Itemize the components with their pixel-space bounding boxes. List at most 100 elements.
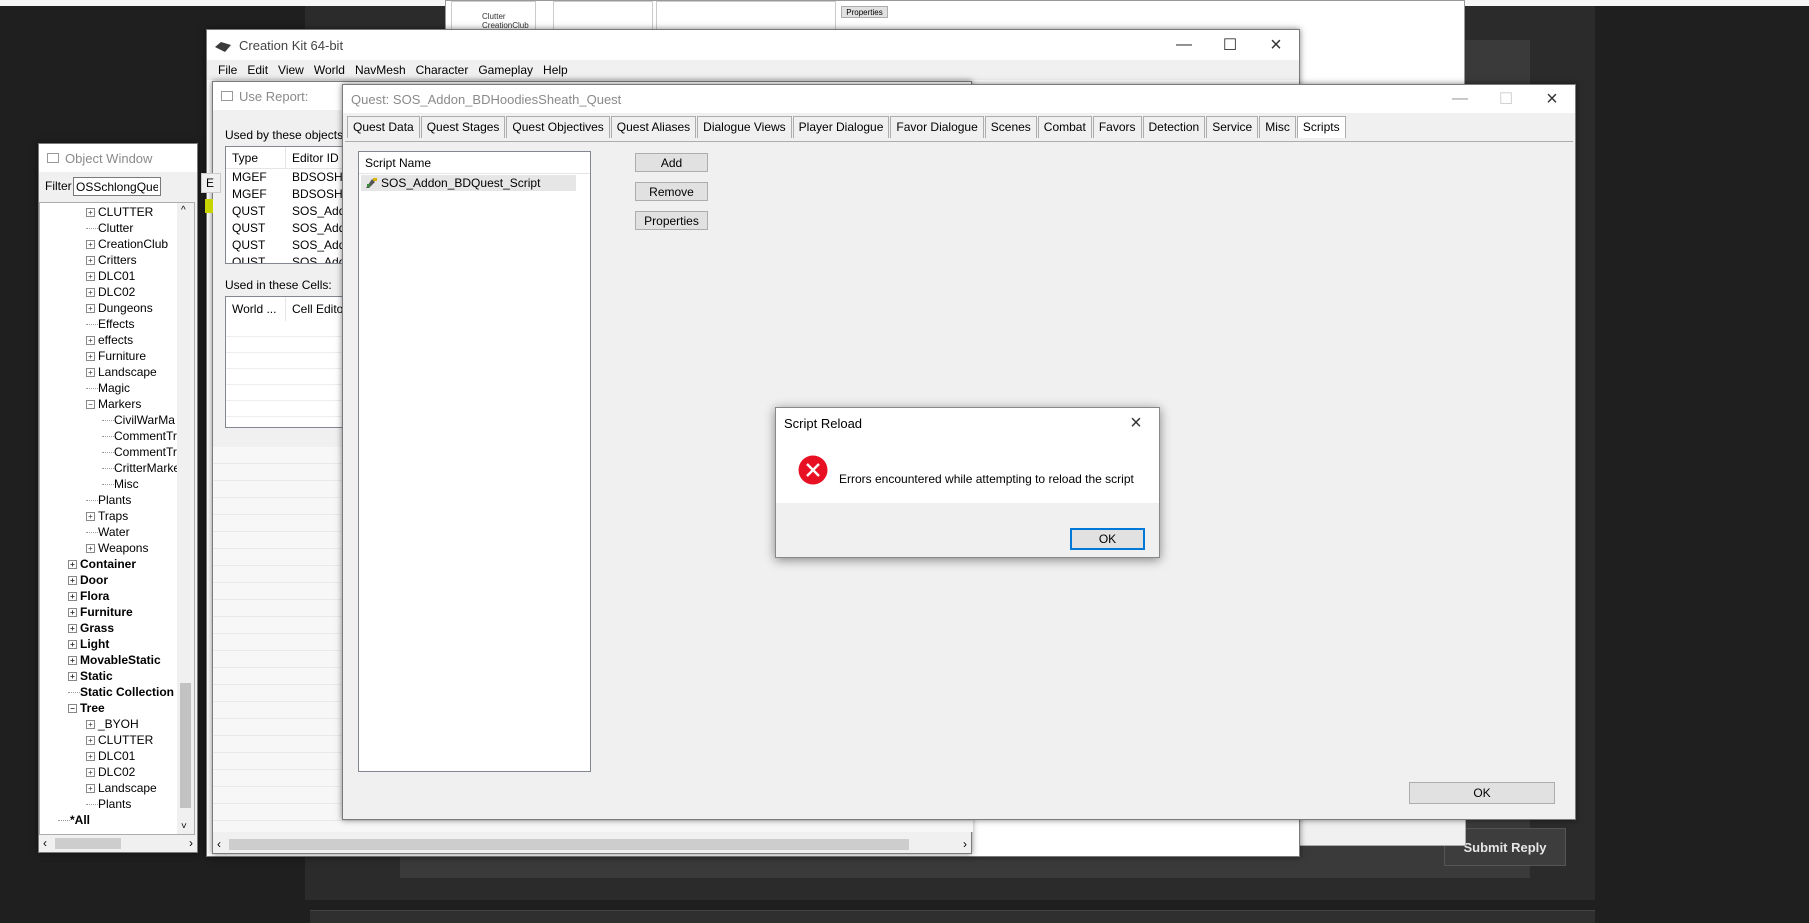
add-script-button[interactable]: Add <box>635 153 708 172</box>
column-header-type[interactable]: Type <box>226 147 286 168</box>
expand-icon[interactable]: + <box>86 272 95 282</box>
tab-favor-dialogue[interactable]: Favor Dialogue <box>890 116 984 138</box>
tab-combat[interactable]: Combat <box>1037 116 1092 138</box>
expand-icon[interactable]: + <box>86 368 95 378</box>
script-row[interactable]: SOS_Addon_BDQuest_Script <box>361 175 576 191</box>
expand-icon[interactable]: + <box>86 240 95 250</box>
expand-icon[interactable]: + <box>86 288 95 298</box>
tab-dialogue-views[interactable]: Dialogue Views <box>697 116 792 138</box>
column-header-editor-id[interactable]: Editor ID <box>286 147 339 168</box>
expand-icon[interactable]: + <box>86 736 95 746</box>
tab-player-dialogue[interactable]: Player Dialogue <box>792 116 890 138</box>
menu-character[interactable]: Character <box>411 60 474 80</box>
tab-favors[interactable]: Favors <box>1092 116 1142 138</box>
object-hscrollbar[interactable]: ‹ › <box>39 835 197 852</box>
tree-item[interactable]: + Furniture <box>68 604 133 620</box>
tab-scenes[interactable]: Scenes <box>984 116 1037 138</box>
scroll-thumb[interactable] <box>180 683 191 808</box>
tree-item[interactable]: + Dungeons <box>86 300 153 316</box>
tree-item[interactable]: Plants <box>86 796 131 812</box>
expand-icon[interactable]: + <box>68 576 77 586</box>
tree-item[interactable]: − Markers <box>86 396 141 412</box>
dialog-ok-button[interactable]: OK <box>1070 528 1145 550</box>
menu-file[interactable]: File <box>213 60 242 80</box>
tree-item[interactable]: + Flora <box>68 588 109 604</box>
expand-icon[interactable]: + <box>86 304 95 314</box>
tree-item[interactable]: + _BYOH <box>86 716 139 732</box>
tree-item[interactable]: + Traps <box>86 508 128 524</box>
expand-icon[interactable]: + <box>86 512 95 522</box>
expand-icon[interactable]: + <box>68 560 77 570</box>
collapse-icon[interactable]: − <box>86 400 95 410</box>
tree-item[interactable]: + CLUTTER <box>86 204 153 220</box>
tree-item[interactable]: + Light <box>68 636 109 652</box>
tree-item[interactable]: + Weapons <box>86 540 148 556</box>
tree-item[interactable]: Effects <box>86 316 134 332</box>
expand-icon[interactable]: + <box>86 768 95 778</box>
expand-icon[interactable]: + <box>68 608 77 618</box>
scroll-left-arrow-icon[interactable]: ‹ <box>43 835 47 852</box>
expand-icon[interactable]: + <box>68 592 77 602</box>
expand-icon[interactable]: + <box>86 752 95 762</box>
tree-item[interactable]: + effects <box>86 332 133 348</box>
tree-item[interactable]: CivilWarMa <box>102 412 175 428</box>
expand-icon[interactable]: + <box>86 208 95 218</box>
tree-item[interactable]: CommentTr <box>102 444 177 460</box>
expand-icon[interactable]: + <box>86 336 95 346</box>
expand-icon[interactable]: + <box>68 640 77 650</box>
script-list[interactable]: Script Name SOS_Addon_BDQuest_Script <box>358 151 591 772</box>
expand-icon[interactable]: + <box>68 624 77 634</box>
tab-scripts[interactable]: Scripts <box>1296 116 1346 138</box>
maximize-icon[interactable]: ☐ <box>1483 85 1529 113</box>
bg-properties-button[interactable]: Properties <box>841 6 888 18</box>
tree-item[interactable]: Static Collection <box>68 684 174 700</box>
tree-item[interactable]: Clutter <box>86 220 133 236</box>
close-icon[interactable]: × <box>1253 30 1299 60</box>
menu-help[interactable]: Help <box>538 60 573 80</box>
tree-item[interactable]: + CreationClub <box>86 236 168 252</box>
scroll-thumb[interactable] <box>55 838 121 849</box>
scroll-down-arrow-icon[interactable]: ˅ <box>181 821 187 832</box>
tree-item[interactable]: + DLC02 <box>86 764 135 780</box>
tree-item[interactable]: Water <box>86 524 130 540</box>
tree-vscrollbar[interactable]: ^ ˅ <box>177 203 194 834</box>
expand-icon[interactable]: + <box>86 544 95 554</box>
tree-item[interactable]: + Static <box>68 668 113 684</box>
tab-quest-aliases[interactable]: Quest Aliases <box>610 116 697 138</box>
tree-item[interactable]: CritterMarke <box>102 460 180 476</box>
minimize-icon[interactable]: — <box>1437 85 1483 113</box>
menu-navmesh[interactable]: NavMesh <box>350 60 411 80</box>
tree-item[interactable]: + Furniture <box>86 348 146 364</box>
tree-item[interactable]: CommentTr <box>102 428 177 444</box>
tree-item[interactable]: + DLC01 <box>86 268 135 284</box>
expand-icon[interactable]: + <box>86 256 95 266</box>
tree-item[interactable]: − Tree <box>68 700 105 716</box>
tree-item[interactable]: + MovableStatic <box>68 652 161 668</box>
column-header-cell-editor[interactable]: Cell Editor <box>286 297 347 321</box>
tree-item[interactable]: + DLC02 <box>86 284 135 300</box>
tree-item[interactable]: Misc <box>102 476 139 492</box>
expand-icon[interactable]: + <box>68 672 77 682</box>
menu-view[interactable]: View <box>273 60 309 80</box>
tab-detection[interactable]: Detection <box>1142 116 1206 138</box>
tree-item[interactable]: + Landscape <box>86 364 157 380</box>
tab-quest-data[interactable]: Quest Data <box>347 116 420 138</box>
tree-item[interactable]: + Landscape <box>86 780 157 796</box>
tab-quest-objectives[interactable]: Quest Objectives <box>506 116 610 138</box>
minimize-icon[interactable]: — <box>1161 30 1207 60</box>
use-report-hscrollbar[interactable]: ‹ › <box>213 836 971 853</box>
scroll-right-arrow-icon[interactable]: › <box>963 836 967 853</box>
tree-item[interactable]: + Grass <box>68 620 114 636</box>
tab-misc[interactable]: Misc <box>1259 116 1296 138</box>
tree-item[interactable]: Magic <box>86 380 130 396</box>
tree-item[interactable]: Plants <box>86 492 131 508</box>
expand-icon[interactable]: + <box>86 352 95 362</box>
menu-gameplay[interactable]: Gameplay <box>473 60 538 80</box>
expand-icon[interactable]: + <box>86 720 95 730</box>
scroll-left-arrow-icon[interactable]: ‹ <box>217 836 221 853</box>
tree-item[interactable]: + Critters <box>86 252 137 268</box>
properties-button[interactable]: Properties <box>635 211 708 230</box>
expand-icon[interactable]: + <box>68 656 77 666</box>
remove-script-button[interactable]: Remove <box>635 182 708 201</box>
collapse-icon[interactable]: − <box>68 704 77 714</box>
